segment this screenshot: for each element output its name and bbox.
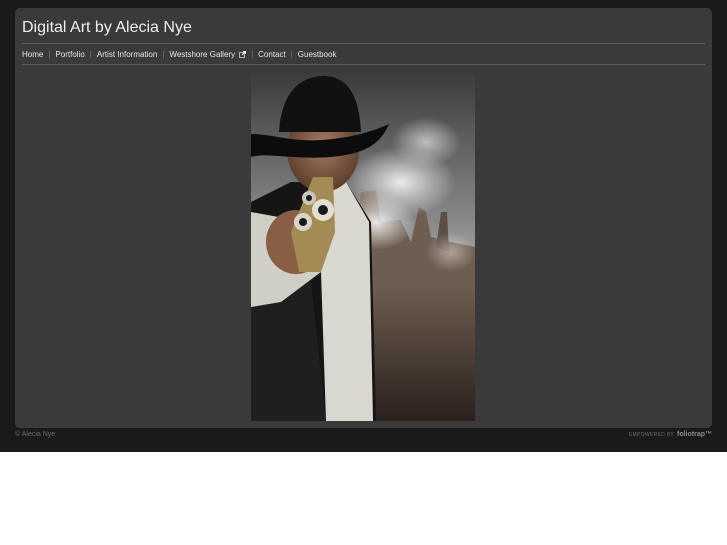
nav-contact[interactable]: Contact	[258, 50, 286, 59]
nav-contact-label: Contact	[258, 49, 286, 59]
nav-separator: |	[290, 49, 293, 59]
footer-powered-by[interactable]: EMPOWERED BY foliotrap™	[629, 431, 712, 438]
site-title[interactable]: Digital Art by Alecia Nye	[22, 18, 192, 38]
nav-home[interactable]: Home	[22, 50, 43, 59]
powered-by-label: EMPOWERED BY	[629, 431, 674, 438]
nav-guestbook-label: Guestbook	[297, 49, 337, 59]
nav-home-label: Home	[22, 49, 44, 59]
nav-portfolio-label: Portfolio	[55, 49, 85, 59]
nav-divider	[22, 64, 705, 65]
nav-artist-information-label: Artist Information	[96, 49, 158, 59]
header-divider	[22, 43, 705, 44]
artwork-image[interactable]	[251, 72, 475, 421]
foliotrap-logo: foliotrap™	[677, 431, 712, 438]
main-nav: Home | Portfolio | Artist Information | …	[22, 48, 337, 60]
nav-separator: |	[48, 49, 51, 59]
nav-separator: |	[251, 49, 254, 59]
nav-westshore-gallery-label: Westshore Gallery	[169, 49, 236, 59]
footer-copyright: © Alecia Nye	[15, 431, 56, 438]
nav-guestbook[interactable]: Guestbook	[298, 50, 337, 59]
nav-artist-information[interactable]: Artist Information	[97, 50, 157, 59]
nav-portfolio[interactable]: Portfolio	[55, 50, 84, 59]
nav-separator: |	[162, 49, 165, 59]
external-link-icon	[239, 50, 247, 58]
nav-separator: |	[89, 49, 92, 59]
nav-westshore-gallery[interactable]: Westshore Gallery	[169, 49, 247, 59]
content-panel: Digital Art by Alecia Nye Home | Portfol…	[15, 8, 712, 428]
